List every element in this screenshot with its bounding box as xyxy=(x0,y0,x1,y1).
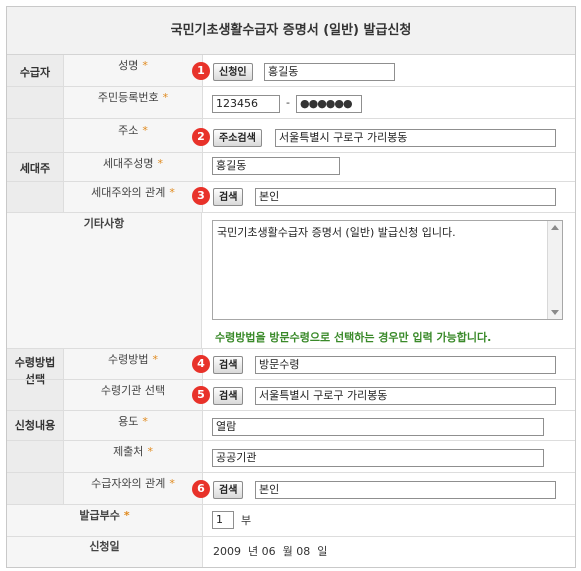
purpose-input[interactable]: 열람 xyxy=(212,418,544,436)
step-badge-6: 6 xyxy=(192,480,210,498)
label-purpose: 용도 * xyxy=(64,411,203,440)
step-badge-4: 4 xyxy=(192,355,210,373)
required-mark: * xyxy=(162,91,169,104)
receive-agency-search-button[interactable]: 검색 xyxy=(213,387,244,405)
row-address: 주소 * 2 주소검색 서울특별시 구로구 가리봉동 xyxy=(7,119,575,153)
submit-to-input[interactable]: 공공기관 xyxy=(212,449,544,467)
receive-agency-input[interactable]: 서울특별시 구로구 가리봉동 xyxy=(255,387,556,405)
label-address-text: 주소 xyxy=(118,124,139,137)
row-receive-method: 수령방법 * 4 검색 방문수령 xyxy=(7,349,575,380)
step-badge-3: 3 xyxy=(192,187,210,205)
recipient-relation-search-button[interactable]: 검색 xyxy=(213,481,244,499)
label-purpose-text: 용도 xyxy=(118,415,139,428)
household-name-input[interactable]: 홍길동 xyxy=(212,157,340,175)
label-household-relation-text: 세대주와의 관계 xyxy=(91,186,166,199)
required-mark: * xyxy=(142,415,148,428)
row-name: 성명 * 1 신청인 홍길동 xyxy=(7,55,575,87)
label-copies-text: 발급부수 xyxy=(79,509,120,522)
rrn-front-input[interactable]: 123456 xyxy=(212,95,280,113)
label-household-name-text: 세대주성명 xyxy=(102,157,154,170)
applicant-button[interactable]: 신청인 xyxy=(213,63,253,81)
row-etc: 기타사항 국민기초생활수급자 증명서 (일반) 발급신청 입니다. 수령방법을 … xyxy=(7,213,575,349)
label-submit-to: 제출처 * xyxy=(64,441,203,472)
label-submit-to-text: 제출처 xyxy=(113,445,144,458)
label-address: 주소 * xyxy=(64,119,203,152)
receive-method-search-button[interactable]: 검색 xyxy=(213,356,244,374)
step-badge-1: 1 xyxy=(192,62,210,80)
label-name-text: 성명 xyxy=(118,59,139,72)
etc-textarea[interactable]: 국민기초생활수급자 증명서 (일반) 발급신청 입니다. xyxy=(212,220,563,320)
required-mark: * xyxy=(157,157,164,170)
application-form: 국민기초생활수급자 증명서 (일반) 발급신청 수급자 성명 * 1 신청인 홍길… xyxy=(6,6,576,568)
required-mark: * xyxy=(142,59,148,72)
apply-date-value: 2009 년 06 월 08 일 xyxy=(213,545,328,558)
name-input[interactable]: 홍길동 xyxy=(264,63,395,81)
label-rrn-text: 주민등록번호 xyxy=(97,91,159,104)
scroll-down-arrow-icon[interactable] xyxy=(551,310,559,315)
row-copies: 발급부수 * 1 부 xyxy=(7,505,575,537)
label-household-name: 세대주성명 * xyxy=(64,153,203,181)
required-mark: * xyxy=(142,124,148,137)
required-mark: * xyxy=(169,477,175,490)
required-mark: * xyxy=(169,186,175,199)
etc-textarea-text: 국민기초생활수급자 증명서 (일반) 발급신청 입니다. xyxy=(217,226,456,239)
row-submit-to: 제출처 * 공공기관 xyxy=(7,441,575,473)
label-receive-method-text: 수령방법 xyxy=(108,353,149,366)
address-search-button[interactable]: 주소검색 xyxy=(213,129,262,147)
rrn-separator: - xyxy=(286,96,290,109)
label-household-relation: 세대주와의 관계 * xyxy=(64,182,203,212)
row-recipient-relation: 수급자와의 관계 * 6 검색 본인 xyxy=(7,473,575,505)
copies-input[interactable]: 1 xyxy=(212,511,234,529)
step-badge-2: 2 xyxy=(192,128,210,146)
household-relation-search-button[interactable]: 검색 xyxy=(213,188,244,206)
form-title: 국민기초생활수급자 증명서 (일반) 발급신청 xyxy=(7,7,575,55)
rrn-back-input[interactable]: ●●●●●● xyxy=(296,95,362,113)
label-rrn: 주민등록번호 * xyxy=(64,87,203,118)
row-apply-date: 신청일 2009 년 06 월 08 일 xyxy=(7,537,575,567)
row-receive-agency: 수령기관 선택 5 검색 서울특별시 구로구 가리봉동 xyxy=(7,380,575,411)
household-relation-input[interactable]: 본인 xyxy=(255,188,556,206)
label-receive-agency: 수령기관 선택 xyxy=(64,380,203,410)
row-household-name: 세대주성명 * 홍길동 xyxy=(7,153,575,182)
label-name: 성명 * xyxy=(64,55,203,86)
required-mark: * xyxy=(152,353,158,366)
address-input[interactable]: 서울특별시 구로구 가리봉동 xyxy=(275,129,556,147)
required-mark: * xyxy=(123,509,130,522)
label-receive-method: 수령방법 * xyxy=(64,349,203,379)
scroll-up-arrow-icon[interactable] xyxy=(551,225,559,230)
row-purpose: 용도 * 열람 xyxy=(7,411,575,441)
label-recipient-relation: 수급자와의 관계 * xyxy=(64,473,203,504)
label-copies: 발급부수 * xyxy=(7,505,203,536)
receive-method-input[interactable]: 방문수령 xyxy=(255,356,556,374)
required-mark: * xyxy=(147,445,153,458)
label-etc: 기타사항 xyxy=(7,213,202,348)
label-apply-date: 신청일 xyxy=(7,537,203,567)
row-household-relation: 세대주와의 관계 * 3 검색 본인 xyxy=(7,182,575,213)
recipient-relation-input[interactable]: 본인 xyxy=(255,481,556,499)
step-badge-5: 5 xyxy=(192,386,210,404)
copies-unit: 부 xyxy=(241,514,252,527)
etc-textarea-scrollbar[interactable] xyxy=(547,221,562,319)
label-recipient-relation-text: 수급자와의 관계 xyxy=(91,477,166,490)
etc-note: 수령방법을 방문수령으로 선택하는 경우만 입력 가능합니다. xyxy=(215,331,492,344)
row-rrn: 주민등록번호 * 123456 - ●●●●●● xyxy=(7,87,575,119)
